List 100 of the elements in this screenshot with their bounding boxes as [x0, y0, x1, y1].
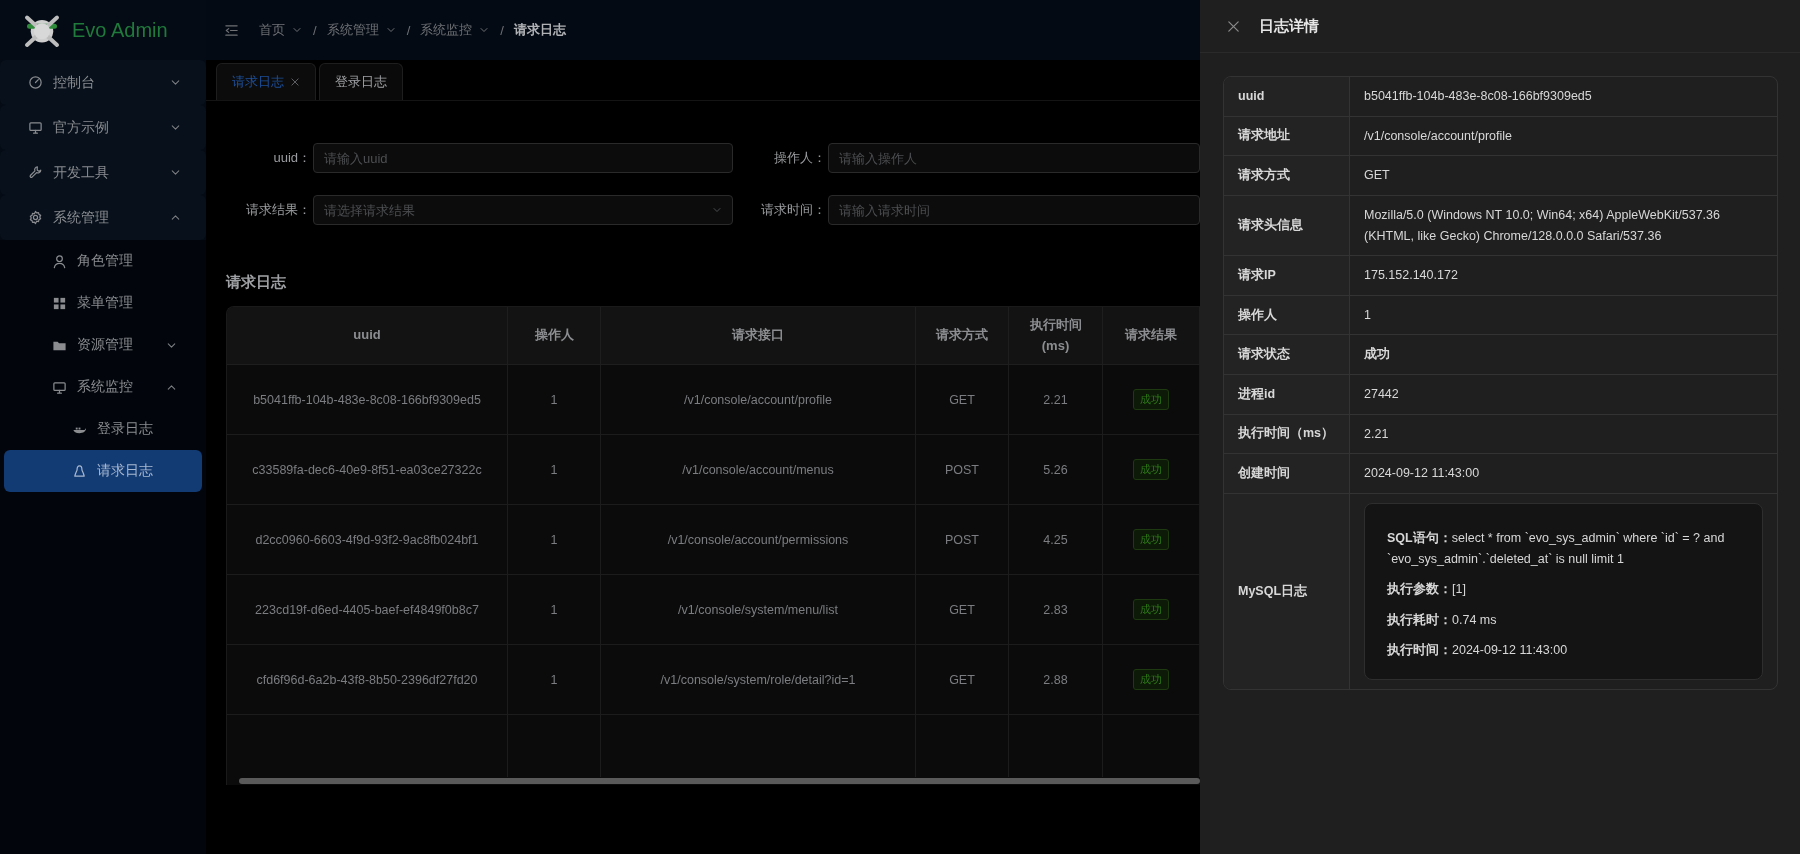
- breadcrumb-link[interactable]: 系统管理: [326, 21, 397, 39]
- menu-item[interactable]: 资源管理: [4, 324, 202, 366]
- table-cell: 4.25: [1043, 532, 1068, 547]
- table-cell: cfd6f96d-6a2b-43f8-8b50-2396df27fd20: [256, 672, 478, 687]
- scrollbar[interactable]: [239, 778, 1200, 784]
- table-cell: POST: [944, 462, 979, 477]
- table-cell: 2.88: [1043, 672, 1068, 687]
- menu-item[interactable]: 角色管理: [4, 240, 202, 282]
- table-cell: 223cd19f-d6ed-4405-baef-ef4849f0b8c7: [255, 602, 479, 617]
- table-cell: 1: [550, 462, 558, 477]
- column-header: 操作人: [508, 307, 601, 365]
- status-tag: 成功: [1133, 599, 1169, 620]
- status-tag: 成功: [1133, 669, 1169, 690]
- detail-label: 请求头信息: [1238, 217, 1303, 234]
- breadcrumb-separator: /: [313, 22, 317, 38]
- user-icon: [52, 253, 67, 269]
- table-cell: /v1/console/account/menus: [682, 462, 834, 477]
- table-cell: 5.26: [1043, 462, 1068, 477]
- detail-label: 请求状态: [1238, 346, 1290, 364]
- menu-fold-icon: [224, 22, 239, 38]
- input-field[interactable]: 请输入请求时间: [828, 195, 1200, 225]
- menu-item[interactable]: 系统管理: [0, 195, 206, 240]
- field-label: 操作人：: [773, 149, 827, 167]
- menu-item[interactable]: 系统监控: [4, 366, 202, 408]
- menu-item[interactable]: 请求日志: [4, 450, 202, 492]
- detail-label: 操作人: [1238, 306, 1277, 324]
- select-field[interactable]: 请选择请求结果: [313, 195, 733, 225]
- detail-label: 创建时间: [1238, 465, 1290, 483]
- status-tag: 成功: [1133, 459, 1169, 480]
- close-button[interactable]: [1226, 18, 1241, 34]
- table-cell: /v1/console/account/permissions: [667, 532, 849, 547]
- menu-item[interactable]: 菜单管理: [4, 282, 202, 324]
- breadcrumb-link[interactable]: 请求日志: [513, 21, 566, 39]
- log-line: 执行参数：[1]: [1387, 581, 1467, 599]
- column-header: 请求方式: [916, 307, 1009, 365]
- monitor-icon: [28, 120, 43, 135]
- detail-label: 进程id: [1238, 385, 1276, 403]
- log-line: 执行耗时：0.74 ms: [1387, 611, 1498, 629]
- monitor-icon: [52, 379, 67, 395]
- detail-value: GET: [1364, 167, 1390, 185]
- detail-label: uuid: [1238, 89, 1265, 104]
- menu-item[interactable]: 开发工具: [0, 150, 206, 195]
- breadcrumb-link[interactable]: 首页: [259, 21, 303, 39]
- detail-value: Mozilla/5.0 (Windows NT 10.0; Win64; x64) AppleWebKit/537.36 (KHTML, like Gecko) Chrome/128.0.0.0 Safari/537.36: [1364, 206, 1721, 245]
- field-label: uuid：: [272, 149, 312, 167]
- field-label: 请求结果：: [245, 201, 312, 219]
- detail-label: 请求IP: [1238, 266, 1276, 284]
- table-cell: POST: [944, 532, 979, 547]
- section-title: 请求日志: [226, 273, 287, 292]
- field-label: 请求时间：: [760, 201, 827, 219]
- breadcrumb-link[interactable]: 系统监控: [420, 21, 491, 39]
- status-tag: 成功: [1133, 529, 1169, 550]
- table-cell: 1: [550, 672, 558, 687]
- menu-item[interactable]: 控制台: [0, 60, 206, 105]
- detail-label: 请求地址: [1238, 127, 1290, 145]
- table-cell: 1: [550, 392, 558, 407]
- table-cell: GET: [949, 672, 975, 687]
- wrench-icon: [28, 165, 43, 180]
- log-line: SQL语句：select * from `evo_sys_admin` where `id` = ? and `evo_sys_admin`.`deleted_at` is null limit 1: [1387, 529, 1726, 568]
- log-line: 执行时间：2024-09-12 11:43:00: [1387, 642, 1569, 660]
- menu-item[interactable]: 登录日志: [4, 408, 202, 450]
- close-icon: [290, 77, 300, 87]
- breadcrumb-separator: /: [406, 22, 411, 38]
- detail-value: 1: [1364, 306, 1371, 324]
- breadcrumb-separator: /: [500, 22, 504, 38]
- app-title: Evo Admin: [72, 18, 168, 42]
- table-cell: b5041ffb-104b-483e-8c08-166bf9309ed5: [253, 392, 481, 407]
- detail-value: /v1/console/account/profile: [1364, 127, 1512, 145]
- menu-item[interactable]: 官方示例: [0, 105, 206, 150]
- table-cell: /v1/console/system/menu/list: [678, 602, 838, 617]
- input-field[interactable]: 请输入操作人: [828, 143, 1200, 173]
- detail-value: 2024-09-12 11:43:00: [1364, 465, 1480, 483]
- table-cell: 2.83: [1043, 602, 1068, 617]
- table-cell: GET: [949, 392, 975, 407]
- grid-icon: [52, 295, 67, 311]
- detail-label: 请求方式: [1238, 167, 1290, 185]
- column-header: 请求结果: [1103, 307, 1200, 365]
- table-cell: 2.21: [1043, 392, 1068, 407]
- gear-icon: [28, 210, 43, 225]
- detail-value: 成功: [1364, 346, 1390, 364]
- table-cell: 1: [550, 602, 558, 617]
- input-field[interactable]: 请输入uuid: [313, 143, 733, 173]
- detail-label: 执行时间（ms）: [1238, 425, 1335, 443]
- table-cell: c33589fa-dec6-40e9-8f51-ea03ce27322c: [252, 462, 482, 477]
- table-cell: /v1/console/system/role/detail?id=1: [660, 672, 856, 687]
- table-cell: GET: [949, 602, 975, 617]
- detail-value: 175.152.140.172: [1364, 267, 1458, 285]
- detail-value: 27442: [1364, 386, 1399, 403]
- table-cell: d2cc0960-6603-4f9d-93f2-9ac8fb024bf1: [255, 532, 479, 547]
- column-header: 执行时间 (ms): [1009, 307, 1103, 365]
- table-cell: /v1/console/account/profile: [684, 392, 832, 407]
- detail-value: b5041ffb-104b-483e-8c08-166bf9309ed5: [1364, 88, 1592, 105]
- tab[interactable]: 登录日志: [319, 63, 403, 100]
- column-header: 请求接口: [601, 307, 916, 365]
- detail-value: 2.21: [1364, 425, 1389, 443]
- table-cell: 1: [550, 532, 558, 547]
- status-tag: 成功: [1133, 389, 1169, 410]
- gauge-icon: [28, 75, 43, 90]
- close-icon: [1226, 18, 1241, 34]
- drawer-title: 日志详情: [1259, 16, 1319, 36]
